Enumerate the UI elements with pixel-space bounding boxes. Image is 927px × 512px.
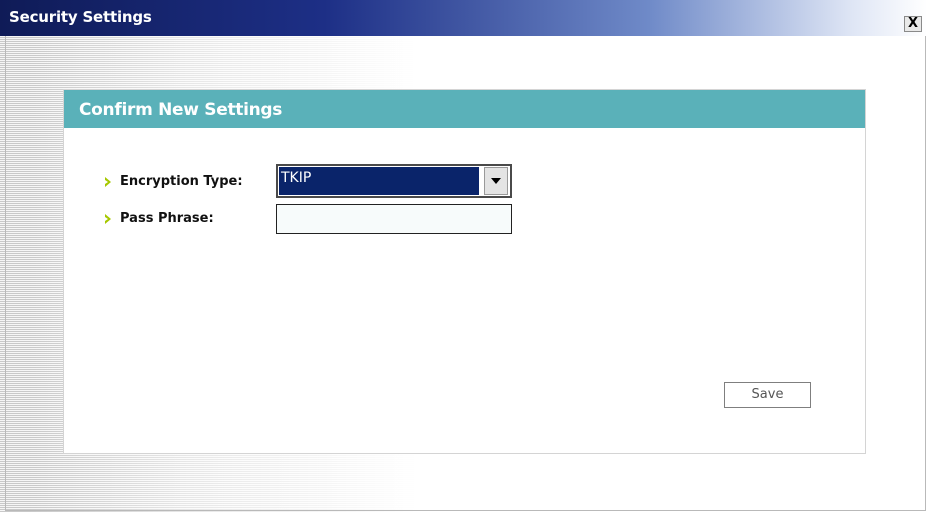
panel-header: Confirm New Settings [64,90,865,128]
confirm-settings-panel: Confirm New Settings Encryption Type: TK… [63,89,866,454]
save-button[interactable]: Save [724,382,811,408]
security-settings-window: Security Settings X Confirm New Settings… [0,0,927,512]
arrow-right-icon [105,177,111,187]
close-button[interactable]: X [904,16,922,32]
close-icon: X [907,16,919,31]
arrow-right-icon [105,214,111,224]
encryption-type-value: TKIP [281,170,312,186]
pass-phrase-input[interactable] [276,204,512,234]
window-title: Security Settings [9,8,152,26]
chevron-down-icon [491,178,501,184]
encryption-type-select[interactable]: TKIP [276,164,512,198]
encryption-type-label: Encryption Type: [120,174,243,189]
pass-phrase-label: Pass Phrase: [120,211,214,226]
dropdown-button[interactable] [484,167,508,195]
encryption-type-selected: TKIP [279,167,479,195]
panel-title: Confirm New Settings [79,100,283,120]
title-bar[interactable]: Security Settings X [0,0,927,36]
